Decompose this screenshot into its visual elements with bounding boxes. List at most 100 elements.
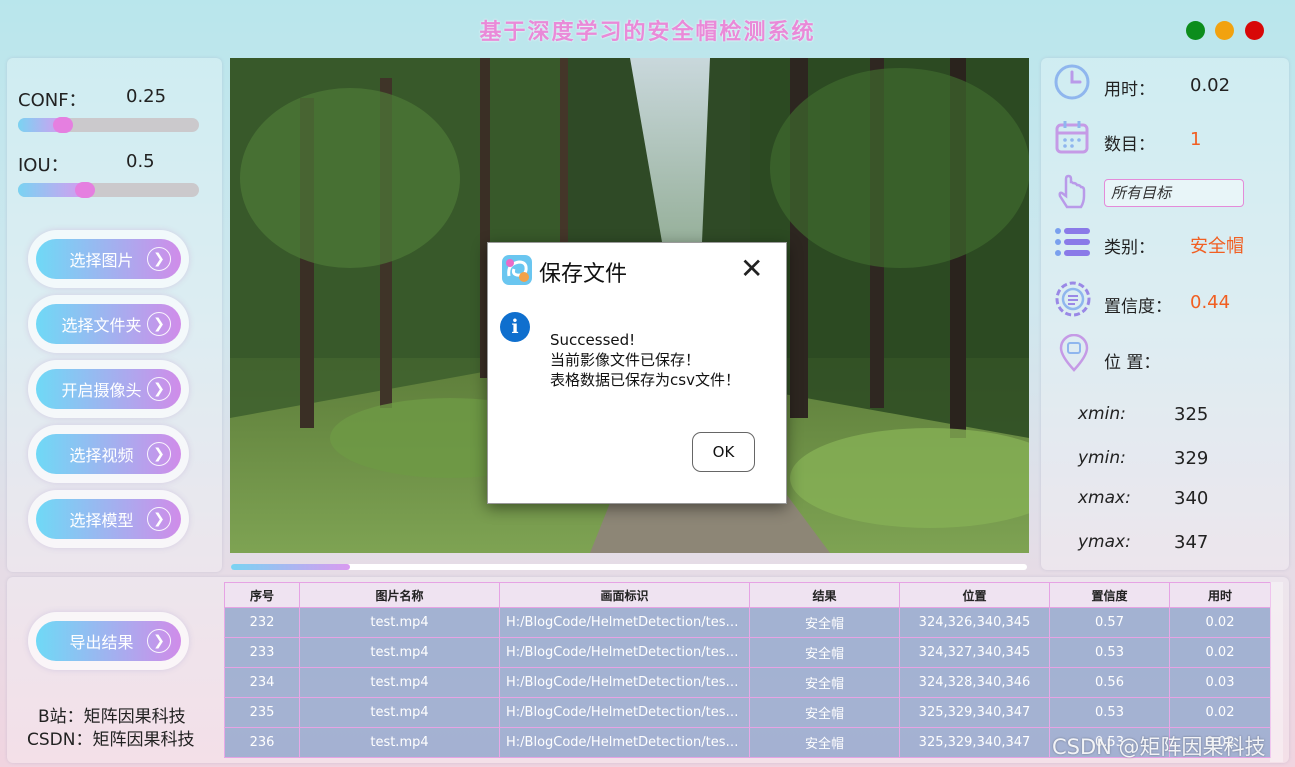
table-cell: 235 bbox=[224, 697, 300, 728]
class-value: 安全帽 bbox=[1190, 236, 1244, 257]
table-cell: 324,328,340,346 bbox=[899, 667, 1050, 698]
app-logo-icon bbox=[502, 255, 532, 285]
iou-slider-handle[interactable] bbox=[75, 182, 95, 198]
chevron-right-icon: ❯ bbox=[147, 629, 171, 653]
column-header[interactable]: 序号 bbox=[224, 582, 300, 608]
table-cell: 233 bbox=[224, 637, 300, 668]
close-icon[interactable]: ✕ bbox=[740, 255, 763, 283]
table-cell: 325,329,340,347 bbox=[899, 697, 1050, 728]
dialog-message-line1: Successed! bbox=[550, 331, 636, 349]
xmin-value: 325 bbox=[1174, 404, 1209, 425]
select-folder-button[interactable]: 选择文件夹 ❯ bbox=[28, 295, 189, 353]
table-row[interactable]: 232 test.mp4 H:/BlogCode/HelmetDetection/t… bbox=[224, 607, 1271, 638]
table-cell: 0.53 bbox=[1049, 637, 1170, 668]
select-video-label: 选择视频 bbox=[69, 446, 134, 465]
table-cell: H:/BlogCode/HelmetDetection/test_... bbox=[499, 727, 750, 758]
watermark: CSDN @矩阵因果科技 bbox=[1052, 735, 1266, 759]
chevron-right-icon: ❯ bbox=[147, 312, 171, 336]
export-results-label: 导出结果 bbox=[69, 633, 134, 652]
select-image-label: 选择图片 bbox=[69, 251, 134, 270]
conf-slider[interactable] bbox=[18, 117, 199, 133]
chevron-right-icon: ❯ bbox=[147, 247, 171, 271]
ymax-value: 347 bbox=[1174, 532, 1209, 553]
iou-slider[interactable] bbox=[18, 182, 199, 198]
table-cell: H:/BlogCode/HelmetDetection/test_... bbox=[499, 697, 750, 728]
ymin-label: ymin: bbox=[1078, 448, 1126, 468]
conf-value: 0.25 bbox=[126, 86, 167, 107]
save-file-dialog: 保存文件 ✕ i Successed! 当前影像文件已保存！ 表格数据已保存为c… bbox=[487, 242, 787, 504]
table-cell: 安全帽 bbox=[749, 637, 900, 668]
table-row[interactable]: 233 test.mp4 H:/BlogCode/HelmetDetection/t… bbox=[224, 637, 1271, 668]
chevron-right-icon: ❯ bbox=[147, 377, 171, 401]
table-cell: 安全帽 bbox=[749, 667, 900, 698]
calendar-icon bbox=[1055, 121, 1089, 154]
table-cell: 0.56 bbox=[1049, 667, 1170, 698]
column-header[interactable]: 画面标识 bbox=[499, 582, 750, 608]
count-value: 1 bbox=[1190, 129, 1202, 150]
time-label: 用时： bbox=[1104, 80, 1155, 100]
ymax-label: ymax: bbox=[1078, 532, 1131, 552]
video-progress-bar[interactable] bbox=[231, 564, 1027, 570]
table-cell: H:/BlogCode/HelmetDetection/test_... bbox=[499, 667, 750, 698]
select-video-button[interactable]: 选择视频 ❯ bbox=[28, 425, 189, 483]
maximize-button[interactable] bbox=[1186, 21, 1205, 40]
conf-slider-handle[interactable] bbox=[53, 117, 73, 133]
chevron-right-icon: ❯ bbox=[147, 507, 171, 531]
confidence-label: 置信度： bbox=[1104, 297, 1172, 317]
dialog-message-line3: 表格数据已保存为csv文件！ bbox=[550, 371, 740, 389]
table-cell: 325,329,340,347 bbox=[899, 727, 1050, 758]
ok-button[interactable]: OK bbox=[692, 432, 755, 472]
table-cell: 232 bbox=[224, 607, 300, 638]
table-cell: 324,327,340,345 bbox=[899, 637, 1050, 668]
select-image-button[interactable]: 选择图片 ❯ bbox=[28, 230, 189, 288]
table-cell: 0.03 bbox=[1169, 667, 1271, 698]
table-cell: test.mp4 bbox=[299, 727, 500, 758]
table-row[interactable]: 234 test.mp4 H:/BlogCode/HelmetDetection/t… bbox=[224, 667, 1271, 698]
close-window-button[interactable] bbox=[1245, 21, 1264, 40]
table-cell: 324,326,340,345 bbox=[899, 607, 1050, 638]
time-value: 0.02 bbox=[1190, 75, 1231, 96]
table-cell: test.mp4 bbox=[299, 637, 500, 668]
info-icon: i bbox=[500, 312, 530, 342]
table-cell: 安全帽 bbox=[749, 607, 900, 638]
table-cell: 安全帽 bbox=[749, 697, 900, 728]
minimize-button[interactable] bbox=[1215, 21, 1234, 40]
iou-value: 0.5 bbox=[126, 151, 155, 172]
conf-label: CONF： bbox=[18, 90, 87, 111]
video-progress-fill bbox=[231, 564, 350, 570]
column-header[interactable]: 置信度 bbox=[1049, 582, 1170, 608]
table-cell: 0.02 bbox=[1169, 607, 1271, 638]
xmax-value: 340 bbox=[1174, 488, 1209, 509]
dialog-message: Successed! 当前影像文件已保存！ 表格数据已保存为csv文件！ bbox=[550, 330, 740, 390]
table-cell: test.mp4 bbox=[299, 667, 500, 698]
select-folder-label: 选择文件夹 bbox=[61, 316, 142, 335]
clock-icon bbox=[1054, 64, 1090, 100]
open-camera-button[interactable]: 开启摄像头 ❯ bbox=[28, 360, 189, 418]
export-results-button[interactable]: 导出结果 ❯ bbox=[28, 612, 189, 670]
table-row[interactable]: 235 test.mp4 H:/BlogCode/HelmetDetection/t… bbox=[224, 697, 1271, 728]
table-cell: 0.53 bbox=[1049, 697, 1170, 728]
table-cell: 234 bbox=[224, 667, 300, 698]
xmax-label: xmax: bbox=[1078, 488, 1131, 508]
table-scrollbar[interactable] bbox=[1270, 582, 1283, 762]
table-cell: 236 bbox=[224, 727, 300, 758]
column-header[interactable]: 结果 bbox=[749, 582, 900, 608]
target-select-dropdown[interactable]: 所有目标 bbox=[1104, 179, 1244, 207]
select-model-button[interactable]: 选择模型 ❯ bbox=[28, 490, 189, 548]
open-camera-label: 开启摄像头 bbox=[61, 381, 142, 400]
gear-icon bbox=[1055, 281, 1091, 317]
dialog-title: 保存文件 bbox=[539, 262, 628, 287]
list-icon bbox=[1055, 228, 1090, 256]
table-cell: H:/BlogCode/HelmetDetection/test_... bbox=[499, 637, 750, 668]
column-header[interactable]: 位置 bbox=[899, 582, 1050, 608]
select-model-label: 选择模型 bbox=[69, 511, 134, 530]
iou-label: IOU： bbox=[18, 155, 69, 176]
xmin-label: xmin: bbox=[1078, 404, 1126, 424]
table-cell: test.mp4 bbox=[299, 697, 500, 728]
table-cell: 安全帽 bbox=[749, 727, 900, 758]
column-header[interactable]: 用时 bbox=[1169, 582, 1271, 608]
table-cell: 0.02 bbox=[1169, 697, 1271, 728]
chevron-right-icon: ❯ bbox=[147, 442, 171, 466]
app-title: 基于深度学习的安全帽检测系统 bbox=[479, 19, 816, 45]
column-header[interactable]: 图片名称 bbox=[299, 582, 500, 608]
